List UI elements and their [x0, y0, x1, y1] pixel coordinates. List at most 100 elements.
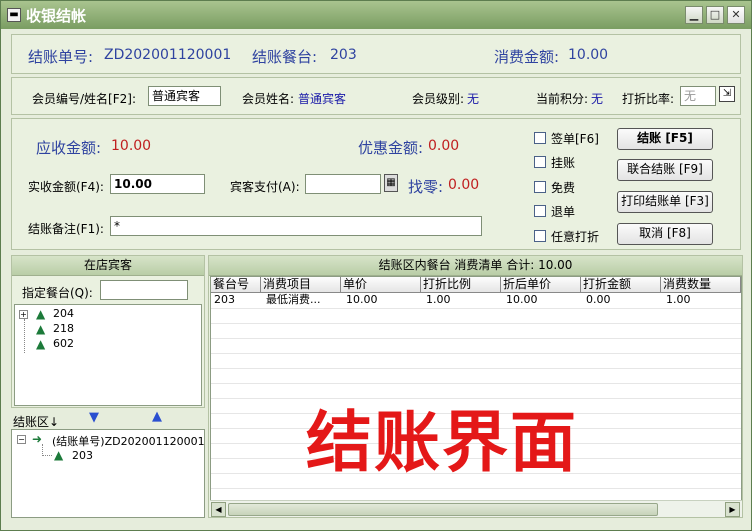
cell-quantity: 1.00: [666, 293, 691, 306]
export-icon[interactable]: ⇲: [719, 86, 735, 102]
custom-discount-checkbox[interactable]: [534, 230, 546, 242]
receivable-value: 10.00: [111, 138, 152, 154]
bill-arrow-icon: ➜: [32, 432, 43, 446]
receivable-label: 应收金额:: [36, 139, 102, 157]
table-up-icon: ▲: [36, 307, 46, 321]
checkout-tree[interactable]: − ➜ (结账单号)ZD202001120001 ▲ 203: [11, 429, 205, 518]
sign-bill-label: 签单[F6]: [551, 132, 599, 146]
tree-table-item[interactable]: 204: [53, 307, 74, 320]
actual-amount-input[interactable]: 10.00: [110, 174, 205, 194]
horizontal-scrollbar[interactable]: ◀ ▶: [210, 500, 742, 517]
table-up-icon: ▲: [36, 337, 46, 351]
guests-header: 在店宾客: [12, 256, 204, 276]
free-checkbox[interactable]: [534, 181, 546, 193]
bill-node[interactable]: (结账单号)ZD202001120001: [52, 433, 205, 449]
scroll-thumb[interactable]: [228, 503, 658, 516]
custom-discount-label: 任意打折: [551, 230, 600, 244]
move-down-icon[interactable]: ▼: [89, 410, 99, 425]
calculator-icon[interactable]: ▦: [384, 174, 398, 192]
discount-amount-label: 优惠金额:: [358, 139, 424, 157]
member-id-label: 会员编号/姓名[F2]:: [32, 92, 136, 106]
column-header[interactable]: 消费项目: [261, 277, 341, 293]
consume-amount-label: 消费金额:: [494, 48, 560, 66]
member-level-label: 会员级别:: [412, 92, 465, 106]
cell-discounted-price: 10.00: [506, 293, 538, 306]
column-header[interactable]: 打折金额: [581, 277, 661, 293]
cell-price: 10.00: [346, 293, 378, 306]
column-header[interactable]: 单价: [341, 277, 421, 293]
bill-no-label: 结账单号:: [28, 48, 94, 66]
grid-line: [211, 488, 741, 489]
column-header[interactable]: 折后单价: [501, 277, 581, 293]
collapse-icon[interactable]: −: [17, 435, 26, 444]
watermark-caption: 结账界面: [306, 404, 578, 481]
on-account-label: 挂账: [551, 156, 576, 170]
window-title: 收银结帐: [26, 6, 87, 25]
return-checkbox[interactable]: [534, 205, 546, 217]
member-level-value: 无: [467, 92, 480, 106]
bill-no-value: ZD202001120001: [104, 47, 232, 63]
free-label: 免费: [551, 181, 576, 195]
cell-table-no: 203: [214, 293, 235, 306]
move-up-icon[interactable]: ▲: [152, 409, 162, 424]
cancel-button[interactable]: 取消 [F8]: [617, 223, 713, 245]
on-account-checkbox[interactable]: [534, 156, 546, 168]
payment-panel: 应收金额: 10.00 优惠金额: 0.00 实收金额(F4): 10.00 宾…: [11, 118, 741, 250]
member-panel: 会员编号/姓名[F2]: 普通宾客 会员姓名: 普通宾客 会员级别: 无 当前积…: [11, 77, 741, 115]
member-name-value: 普通宾客: [298, 92, 347, 106]
cell-discount-amount: 0.00: [586, 293, 611, 306]
cell-item: 最低消费...: [266, 293, 321, 306]
table-up-icon: ▲: [36, 322, 46, 336]
system-menu-icon[interactable]: ▬: [7, 8, 21, 22]
guest-pay-label: 宾客支付(A):: [230, 180, 300, 194]
minimize-button[interactable]: ▁: [685, 6, 703, 24]
grid-line: [211, 383, 741, 384]
expand-icon[interactable]: +: [19, 310, 28, 319]
return-label: 退单: [551, 205, 576, 219]
checkout-table-value: 203: [330, 47, 357, 63]
remark-label: 结账备注(F1):: [28, 222, 104, 236]
print-bill-button[interactable]: 打印结账单 [F3]: [617, 191, 713, 213]
guest-pay-input[interactable]: [305, 174, 381, 194]
tree-connector: [42, 444, 52, 456]
member-name-label: 会员姓名:: [242, 92, 295, 106]
discount-rate-label: 打折比率:: [622, 92, 675, 106]
column-header[interactable]: 餐台号: [211, 277, 261, 293]
summary-panel: 结账单号: ZD202001120001 结账餐台: 203 消费金额: 10.…: [11, 34, 741, 74]
change-value: 0.00: [448, 177, 480, 193]
consumption-header: 结账区内餐台 消费清单 合计: 10.00: [209, 256, 742, 276]
grid-line: [211, 308, 741, 309]
close-button[interactable]: ✕: [727, 6, 745, 24]
checkout-table-node[interactable]: 203: [72, 449, 93, 462]
filter-table-input[interactable]: [100, 280, 188, 300]
maximize-button[interactable]: □: [706, 6, 724, 24]
points-label: 当前积分:: [536, 92, 589, 106]
tree-table-item[interactable]: 602: [53, 337, 74, 350]
tree-table-item[interactable]: 218: [53, 322, 74, 335]
scroll-right-icon[interactable]: ▶: [725, 502, 740, 517]
consume-amount-value: 10.00: [568, 47, 609, 63]
cell-discount-ratio: 1.00: [426, 293, 451, 306]
sign-bill-checkbox[interactable]: [534, 132, 546, 144]
grid-line: [211, 368, 741, 369]
table-up-icon: ▲: [54, 448, 64, 462]
combined-checkout-button[interactable]: 联合结账 [F9]: [617, 159, 713, 181]
grid-line: [211, 338, 741, 339]
points-value: 无: [591, 92, 604, 106]
change-label: 找零:: [408, 178, 444, 196]
filter-table-label: 指定餐台(Q):: [22, 286, 93, 300]
column-header[interactable]: 打折比例: [421, 277, 501, 293]
tree-connector: [24, 319, 25, 353]
column-header[interactable]: 消费数量: [661, 277, 741, 293]
checkout-button[interactable]: 结账 [F5]: [617, 128, 713, 150]
discount-rate-input[interactable]: 无: [680, 86, 716, 106]
checkout-area-label: 结账区↓: [13, 415, 60, 429]
guests-panel: 在店宾客 指定餐台(Q): + ▲ 204 ▲ 218 ▲ 602: [11, 255, 205, 408]
remark-input[interactable]: *: [110, 216, 482, 236]
checkout-table-label: 结账餐台:: [252, 48, 318, 66]
title-bar[interactable]: ▬ 收银结帐 ▁ □ ✕: [1, 1, 751, 29]
scroll-left-icon[interactable]: ◀: [211, 502, 226, 517]
guests-tree[interactable]: + ▲ 204 ▲ 218 ▲ 602: [14, 304, 202, 406]
discount-amount-value: 0.00: [428, 138, 460, 154]
member-id-input[interactable]: 普通宾客: [148, 86, 221, 106]
